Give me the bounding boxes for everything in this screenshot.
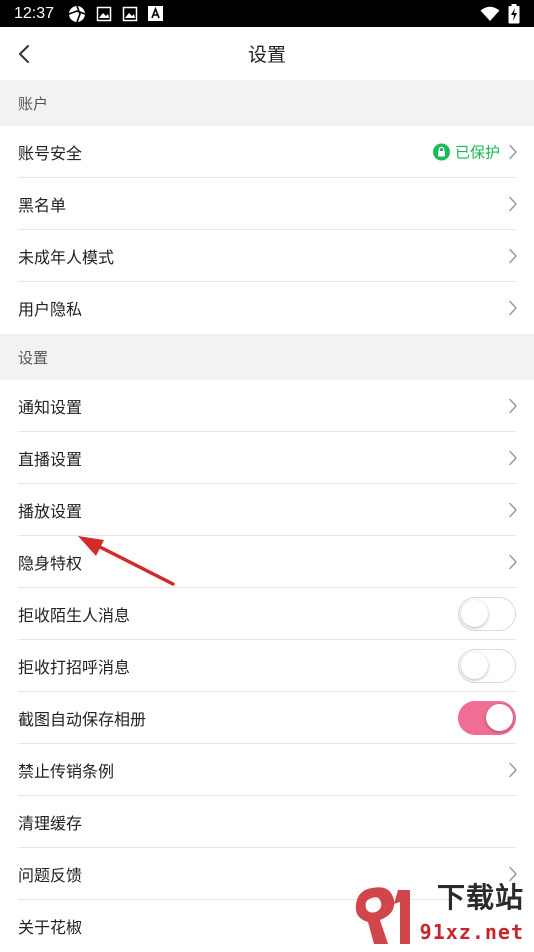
status-notification-icons: [68, 5, 164, 23]
row-label: 通知设置: [18, 398, 83, 417]
lock-icon: [432, 143, 450, 161]
chevron-right-icon: [509, 144, 517, 160]
row-label: 拒收打招呼消息: [18, 658, 131, 677]
font-a-icon: [148, 6, 164, 21]
row-label: 关于花椒: [18, 918, 83, 937]
toggle-knob: [461, 652, 488, 679]
row-label: 账号安全: [18, 144, 83, 163]
settings-item-blacklist[interactable]: 黑名单: [0, 178, 534, 230]
chevron-right-icon: [509, 762, 517, 778]
gallery-icon: [96, 6, 112, 22]
row-label: 用户隐私: [18, 300, 83, 319]
row-label: 拒收陌生人消息: [18, 606, 131, 625]
chevron-right-icon: [509, 398, 517, 414]
title-bar: 设置: [0, 27, 534, 80]
reject-stranger-toggle[interactable]: [458, 597, 516, 631]
row-label: 黑名单: [18, 196, 67, 215]
battery-charging-icon: [508, 3, 520, 24]
section-header-account: 账户: [0, 80, 534, 126]
row-label: 隐身特权: [18, 554, 83, 573]
settings-item-reject-stranger-messages: 拒收陌生人消息: [0, 588, 534, 640]
protection-status-text: 已保护: [454, 143, 500, 162]
settings-item-invisible-privilege[interactable]: 隐身特权: [0, 536, 534, 588]
settings-item-minor-mode[interactable]: 未成年人模式: [0, 230, 534, 282]
row-label: 直播设置: [18, 450, 83, 469]
chevron-right-icon: [509, 248, 517, 264]
page-title: 设置: [247, 44, 286, 66]
chevron-right-icon: [509, 300, 517, 316]
status-time: 12:37: [14, 4, 55, 22]
91-logo-icon: [355, 887, 410, 944]
row-label: 截图自动保存相册: [18, 710, 147, 729]
settings-item-user-privacy[interactable]: 用户隐私: [0, 282, 534, 334]
back-button[interactable]: [10, 37, 38, 70]
settings-item-notification[interactable]: 通知设置: [0, 380, 534, 432]
row-label: 清理缓存: [18, 814, 83, 833]
wifi-icon: [480, 6, 500, 22]
chevron-right-icon: [509, 196, 517, 212]
toggle-knob: [461, 600, 488, 627]
settings-item-clear-cache[interactable]: 清理缓存: [0, 796, 534, 848]
row-label: 未成年人模式: [18, 248, 115, 267]
settings-item-live[interactable]: 直播设置: [0, 432, 534, 484]
watermark: 下载站 91xz.net: [350, 881, 530, 948]
settings-item-auto-save-screenshot: 截图自动保存相册: [0, 692, 534, 744]
settings-item-anti-pyramid-rules[interactable]: 禁止传销条例: [0, 744, 534, 796]
chevron-right-icon: [509, 502, 517, 518]
watermark-url: 91xz.net: [419, 920, 524, 944]
chevron-left-icon: [19, 44, 29, 63]
reject-greeting-toggle[interactable]: [458, 649, 516, 683]
chevron-right-icon: [509, 554, 517, 570]
toggle-knob: [486, 704, 513, 731]
gallery-icon: [122, 6, 138, 22]
status-system-icons: [480, 0, 520, 27]
protection-status: 已保护: [432, 142, 500, 163]
chevron-right-icon: [509, 450, 517, 466]
row-label: 问题反馈: [18, 866, 83, 885]
status-bar: 12:37: [0, 0, 534, 27]
watermark-text: 下载站: [436, 881, 524, 914]
settings-item-playback[interactable]: 播放设置: [0, 484, 534, 536]
row-label: 禁止传销条例: [18, 762, 115, 781]
auto-save-screenshot-toggle[interactable]: [458, 701, 516, 735]
section-header-settings: 设置: [0, 334, 534, 380]
aperture-icon: [68, 5, 86, 23]
settings-item-account-security[interactable]: 账号安全 已保护: [0, 126, 534, 178]
settings-item-reject-greeting-messages: 拒收打招呼消息: [0, 640, 534, 692]
row-label: 播放设置: [18, 502, 83, 521]
